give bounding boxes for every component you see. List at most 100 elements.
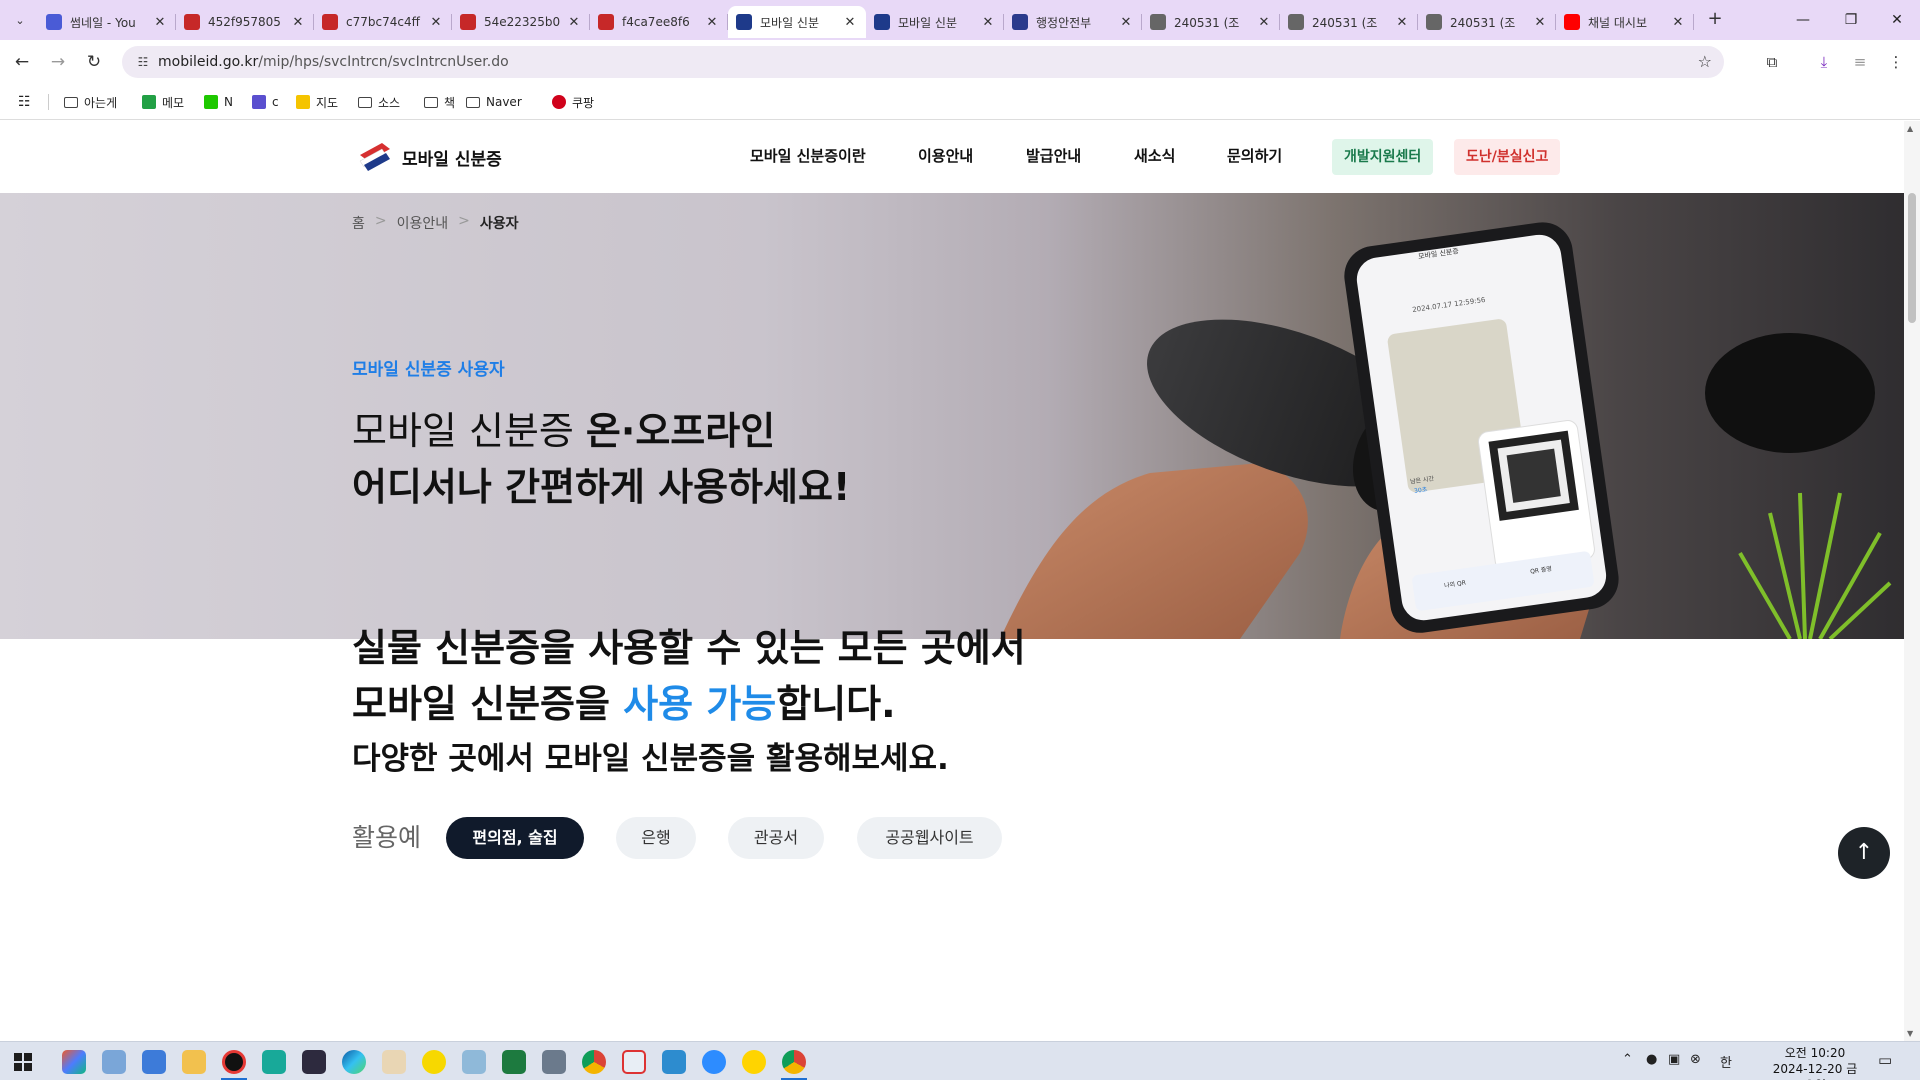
url-text[interactable]: mobileid.go.kr/mip/hps/svcIntrcn/svcIntr… bbox=[158, 46, 509, 78]
edge-browser-icon[interactable] bbox=[342, 1050, 366, 1074]
app-icon[interactable] bbox=[622, 1050, 646, 1074]
chrome-icon[interactable] bbox=[582, 1050, 606, 1074]
copilot-icon[interactable] bbox=[62, 1050, 86, 1074]
app-icon[interactable] bbox=[302, 1050, 326, 1074]
kakaotalk-icon[interactable] bbox=[422, 1050, 446, 1074]
notepad-app-icon[interactable] bbox=[142, 1050, 166, 1074]
tab-close-icon[interactable]: ✕ bbox=[152, 15, 168, 30]
browser-tab[interactable]: 240531 (조 ✕ bbox=[1142, 6, 1280, 38]
side-panel-icon[interactable]: ≡ bbox=[1848, 50, 1872, 74]
zoom-icon[interactable] bbox=[702, 1050, 726, 1074]
nav-inquiry[interactable]: 문의하기 bbox=[1227, 145, 1282, 166]
notification-icon[interactable]: ▭ bbox=[1878, 1051, 1892, 1069]
breadcrumb-guide[interactable]: 이용안내 bbox=[397, 213, 449, 233]
bookmark-item[interactable]: c bbox=[252, 92, 279, 112]
browser-tab[interactable]: 모바일 신분 ✕ bbox=[728, 6, 866, 38]
bookmark-item[interactable]: 지도 bbox=[296, 92, 338, 112]
status-icon[interactable]: ⊗ bbox=[1690, 1052, 1701, 1067]
chip-convenience-store[interactable]: 편의점, 술집 bbox=[446, 817, 584, 859]
browser-tab[interactable]: 240531 (조 ✕ bbox=[1280, 6, 1418, 38]
nav-guide[interactable]: 이용안내 bbox=[918, 145, 973, 166]
record-app-icon[interactable] bbox=[222, 1050, 246, 1074]
minimize-button[interactable]: — bbox=[1780, 0, 1826, 40]
scroll-up-icon[interactable]: ▲ bbox=[1907, 124, 1913, 133]
tab-close-icon[interactable]: ✕ bbox=[704, 15, 720, 30]
apps-grid-icon[interactable]: ☷ bbox=[18, 92, 31, 112]
back-button[interactable]: ← bbox=[10, 50, 34, 74]
app-icon[interactable] bbox=[462, 1050, 486, 1074]
download-icon[interactable]: ⤓ bbox=[1812, 50, 1836, 74]
scroll-down-icon[interactable]: ▼ bbox=[1907, 1029, 1913, 1038]
app-icon[interactable] bbox=[262, 1050, 286, 1074]
nav-about[interactable]: 모바일 신분증이란 bbox=[750, 145, 866, 166]
browser-tab[interactable]: 54e22325b0 ✕ bbox=[452, 6, 590, 38]
forward-button[interactable]: → bbox=[46, 50, 70, 74]
tab-search-button[interactable]: ⌄ bbox=[8, 8, 32, 32]
system-clock[interactable]: 오전 10:20 2024-12-20 금요일 bbox=[1770, 1045, 1860, 1080]
tab-close-icon[interactable]: ✕ bbox=[1394, 15, 1410, 30]
laptop-app-icon[interactable] bbox=[102, 1050, 126, 1074]
tab-close-icon[interactable]: ✕ bbox=[290, 15, 306, 30]
scrollbar-thumb[interactable] bbox=[1908, 193, 1916, 323]
restore-button[interactable]: ❐ bbox=[1828, 0, 1874, 40]
breadcrumb-home[interactable]: 홈 bbox=[352, 213, 365, 233]
browser-tab[interactable]: c77bc74c4ff ✕ bbox=[314, 6, 452, 38]
tab-close-icon[interactable]: ✕ bbox=[980, 15, 996, 30]
windows-start-icon[interactable] bbox=[14, 1053, 32, 1071]
camera-icon[interactable]: ▣ bbox=[1668, 1052, 1680, 1067]
chip-public-website[interactable]: 공공웹사이트 bbox=[857, 817, 1002, 859]
media-player-icon[interactable] bbox=[742, 1050, 766, 1074]
chip-government-office[interactable]: 관공서 bbox=[728, 817, 824, 859]
browser-tab[interactable]: f4ca7ee8f6 ✕ bbox=[590, 6, 728, 38]
bookmark-item[interactable]: Naver bbox=[466, 92, 522, 112]
bookmark-item[interactable]: 메모 bbox=[142, 92, 184, 112]
menu-kebab-icon[interactable]: ⋮ bbox=[1884, 50, 1908, 74]
nav-issuance[interactable]: 발급안내 bbox=[1026, 145, 1081, 166]
app-icon[interactable] bbox=[382, 1050, 406, 1074]
pdf-icon bbox=[322, 14, 338, 30]
browser-tab[interactable]: 행정안전부 ✕ bbox=[1004, 6, 1142, 38]
extensions-icon[interactable]: ⧉ bbox=[1760, 50, 1784, 74]
excel-icon[interactable] bbox=[502, 1050, 526, 1074]
chip-bank[interactable]: 은행 bbox=[616, 817, 696, 859]
browser-tab-strip: ⌄ 썸네일 - You ✕ 452f957805 ✕ c77bc74c4ff ✕ 54e22… bbox=[0, 0, 1920, 40]
close-window-button[interactable]: ✕ bbox=[1874, 0, 1920, 40]
ime-indicator[interactable]: 한 bbox=[1720, 1052, 1732, 1071]
site-info-icon[interactable]: ☷ bbox=[134, 53, 152, 71]
page-scrollbar[interactable]: ▲ ▼ bbox=[1904, 121, 1920, 1041]
chrome-icon[interactable] bbox=[782, 1050, 806, 1074]
browser-tab[interactable]: 240531 (조 ✕ bbox=[1418, 6, 1556, 38]
dev-center-button[interactable]: 개발지원센터 bbox=[1332, 139, 1434, 175]
site-logo[interactable]: 모바일 신분증 bbox=[358, 141, 502, 173]
mobile-id-icon bbox=[874, 14, 890, 30]
bookmark-item[interactable]: 아는게 bbox=[64, 92, 117, 112]
microphone-icon[interactable]: ● bbox=[1646, 1052, 1657, 1067]
tab-close-icon[interactable]: ✕ bbox=[566, 15, 582, 30]
nav-news[interactable]: 새소식 bbox=[1134, 145, 1175, 166]
browser-tab[interactable]: 채널 대시보 ✕ bbox=[1556, 6, 1694, 38]
bookmark-item[interactable]: 쿠팡 bbox=[552, 92, 594, 112]
tab-close-icon[interactable]: ✕ bbox=[428, 15, 444, 30]
report-loss-button[interactable]: 도난/분실신고 bbox=[1454, 139, 1561, 175]
tab-close-icon[interactable]: ✕ bbox=[1670, 15, 1686, 30]
tab-close-icon[interactable]: ✕ bbox=[842, 15, 858, 30]
browser-tab[interactable]: 452f957805 ✕ bbox=[176, 6, 314, 38]
browser-tab[interactable]: 썸네일 - You ✕ bbox=[38, 6, 176, 38]
tray-overflow-icon[interactable]: ⌃ bbox=[1622, 1052, 1633, 1067]
scroll-to-top-button[interactable]: ↑ bbox=[1838, 827, 1890, 879]
calculator-icon[interactable] bbox=[542, 1050, 566, 1074]
bookmark-star-icon[interactable]: ☆ bbox=[1698, 52, 1712, 71]
bookmark-item[interactable]: N bbox=[204, 92, 233, 112]
tab-separator bbox=[1693, 14, 1694, 30]
new-tab-button[interactable]: + bbox=[1703, 8, 1727, 32]
tab-close-icon[interactable]: ✕ bbox=[1532, 15, 1548, 30]
file-explorer-icon[interactable] bbox=[182, 1050, 206, 1074]
browser-tab[interactable]: 모바일 신분 ✕ bbox=[866, 6, 1004, 38]
bookmark-item[interactable]: 소스 bbox=[358, 92, 400, 112]
app-icon[interactable] bbox=[662, 1050, 686, 1074]
tab-close-icon[interactable]: ✕ bbox=[1256, 15, 1272, 30]
address-bar[interactable]: ☷ mobileid.go.kr/mip/hps/svcIntrcn/svcIn… bbox=[122, 46, 1724, 78]
bookmark-item[interactable]: 책 bbox=[424, 92, 455, 112]
reload-button[interactable]: ↻ bbox=[82, 50, 106, 74]
tab-close-icon[interactable]: ✕ bbox=[1118, 15, 1134, 30]
